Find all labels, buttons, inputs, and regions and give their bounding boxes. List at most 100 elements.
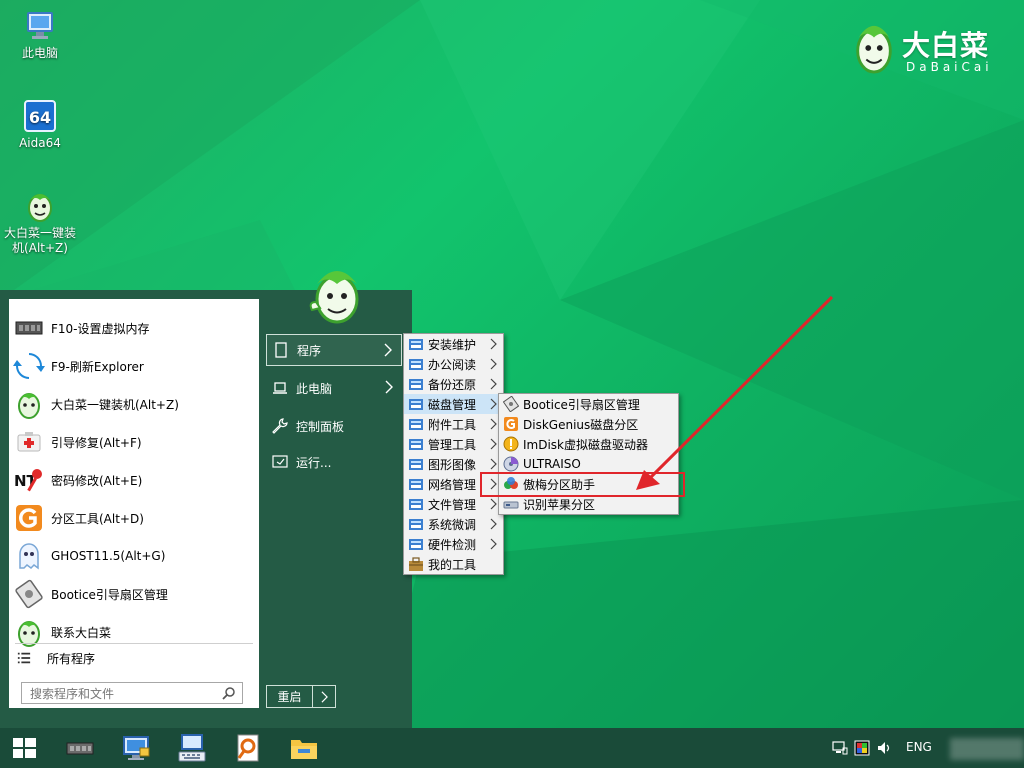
brand-name-en: DaBaiCai — [906, 60, 993, 74]
start-right-control-panel[interactable]: 控制面板 — [266, 410, 402, 442]
file-explorer-icon — [291, 740, 317, 759]
submenu-item-label: 我的工具 — [428, 557, 477, 572]
ghost-icon — [19, 543, 39, 570]
start-item-ghost[interactable]: GHOST11.5(Alt+G) — [9, 537, 259, 575]
network-status-icon[interactable] — [832, 740, 848, 756]
taskbar-app-memory[interactable] — [56, 728, 104, 768]
submenu-item-file-management[interactable]: 文件管理 — [404, 494, 503, 514]
restart-options-button[interactable] — [313, 686, 335, 707]
memory-chip-icon — [66, 742, 94, 755]
bootice-icon — [15, 579, 43, 609]
chevron-right-icon — [490, 498, 497, 510]
first-aid-icon — [17, 432, 41, 452]
start-button[interactable] — [0, 728, 48, 768]
start-item-label: 大白菜一键装机(Alt+Z) — [51, 397, 179, 412]
chevron-right-icon — [490, 478, 497, 490]
submenu-item-backup-restore[interactable]: 备份还原 — [404, 374, 503, 394]
search-tool-icon — [237, 734, 259, 762]
disk-item-label: 傲梅分区助手 — [523, 477, 596, 492]
submenu-item-accessories[interactable]: 附件工具 — [404, 414, 503, 434]
restart-button[interactable]: 重启 — [266, 685, 336, 708]
submenu-item-my-tools[interactable]: 我的工具 — [404, 554, 503, 574]
program-group-icon — [409, 399, 423, 410]
chevron-right-icon — [490, 418, 497, 430]
chevron-right-icon — [490, 358, 497, 370]
start-item-password-change[interactable]: NT 密码修改(Alt+E) — [9, 461, 259, 499]
start-item-bootice[interactable]: Bootice引导扇区管理 — [9, 575, 259, 613]
submenu-item-office-reading[interactable]: 办公阅读 — [404, 354, 503, 374]
desktop-icon-label: 此电脑 — [21, 46, 58, 60]
desktop-icon-label: 大白菜一键装机(Alt+Z) — [3, 226, 76, 255]
start-item-dabaicai-install[interactable]: 大白菜一键装机(Alt+Z) — [9, 385, 259, 423]
start-item-refresh-explorer[interactable]: F9-刷新Explorer — [9, 347, 259, 385]
start-right-label: 程序 — [297, 343, 322, 358]
taskbar: ENG — [0, 728, 1024, 768]
aida64-icon: 64 — [24, 100, 56, 132]
submenu-item-hardware-test[interactable]: 硬件检测 — [404, 534, 503, 554]
disk-item-label: 识别苹果分区 — [523, 497, 596, 512]
start-item-label: 密码修改(Alt+E) — [51, 473, 143, 488]
submenu-item-disk-management[interactable]: 磁盘管理 — [404, 394, 503, 414]
chevron-right-icon — [490, 338, 497, 350]
volume-icon[interactable] — [876, 740, 892, 756]
submenu-item-network[interactable]: 网络管理 — [404, 474, 503, 494]
search-input[interactable]: 搜索程序和文件 — [21, 682, 243, 704]
disk-item-apple-partition[interactable]: 识别苹果分区 — [499, 494, 678, 514]
desktop-icon-dabaicai-install[interactable]: 大白菜一键装机(Alt+Z) — [3, 188, 77, 256]
laptop-icon — [273, 382, 287, 394]
password-key-icon: NT — [14, 469, 42, 492]
desktop-icon-aida64[interactable]: 64 Aida64 — [3, 98, 77, 151]
disk-item-imdisk[interactable]: ImDisk虚拟磁盘驱动器 — [499, 434, 678, 454]
input-language-indicator[interactable]: ENG — [906, 740, 932, 754]
submenu-item-label: 文件管理 — [428, 497, 477, 512]
search-placeholder: 搜索程序和文件 — [30, 686, 115, 701]
submenu-item-graphics[interactable]: 图形图像 — [404, 454, 503, 474]
start-item-partition-tool[interactable]: 分区工具(Alt+D) — [9, 499, 259, 537]
taskbar-app-search-tool[interactable] — [224, 728, 272, 768]
start-right-this-pc[interactable]: 此电脑 — [266, 372, 402, 404]
disk-item-ultraiso[interactable]: ULTRAISO — [499, 454, 678, 474]
taskbar-app-network-monitor[interactable] — [112, 728, 160, 768]
tray-clock-blurred — [950, 738, 1024, 760]
search-icon[interactable] — [222, 686, 236, 700]
display-color-icon[interactable] — [854, 740, 870, 756]
disk-item-diskgenius[interactable]: DiskGenius磁盘分区 — [499, 414, 678, 434]
chevron-right-icon — [490, 398, 497, 410]
ultraiso-icon — [503, 456, 519, 472]
disk-item-label: ULTRAISO — [523, 457, 581, 471]
disk-item-aomei-partition[interactable]: 傲梅分区助手 — [499, 474, 678, 494]
chevron-right-icon — [490, 458, 497, 470]
chevron-right-icon — [490, 438, 497, 450]
disk-management-submenu: Bootice引导扇区管理 DiskGenius磁盘分区 ImDisk虚拟磁盘驱… — [498, 393, 679, 515]
disk-item-bootice[interactable]: Bootice引导扇区管理 — [499, 394, 678, 414]
program-group-icon — [409, 479, 423, 490]
desktop-icon-this-pc[interactable]: 此电脑 — [3, 8, 77, 61]
start-item-boot-repair[interactable]: 引导修复(Alt+F) — [9, 423, 259, 461]
submenu-item-system-tweaks[interactable]: 系统微调 — [404, 514, 503, 534]
start-right-label: 控制面板 — [296, 419, 345, 434]
start-item-virtual-memory[interactable]: F10-设置虚拟内存 — [9, 309, 259, 347]
start-right-programs[interactable]: 程序 — [266, 334, 402, 366]
submenu-item-label: 管理工具 — [428, 437, 477, 452]
start-item-label: F10-设置虚拟内存 — [51, 321, 150, 336]
taskbar-app-keyboard[interactable] — [168, 728, 216, 768]
submenu-item-admin-tools[interactable]: 管理工具 — [404, 434, 503, 454]
programs-submenu: 安装维护 办公阅读 备份还原 磁盘管理 附件工具 管理工具 图形图像 网络管理 — [403, 333, 504, 575]
dabaicai-icon — [28, 194, 52, 222]
submenu-item-label: 硬件检测 — [428, 537, 477, 552]
start-item-label: 联系大白菜 — [51, 625, 112, 640]
submenu-item-install-maintain[interactable]: 安装维护 — [404, 334, 503, 354]
program-group-icon — [409, 499, 423, 510]
taskbar-app-file-explorer[interactable] — [280, 728, 328, 768]
dabaicai-mascot-icon — [856, 25, 892, 74]
start-right-label: 运行... — [296, 455, 332, 470]
disk-item-label: Bootice引导扇区管理 — [523, 397, 640, 412]
refresh-icon — [13, 353, 45, 379]
list-icon — [17, 652, 31, 664]
all-programs-button[interactable]: 所有程序 — [9, 645, 259, 671]
submenu-item-label: 备份还原 — [428, 377, 477, 392]
submenu-item-label: 磁盘管理 — [428, 397, 477, 412]
computer-icon — [27, 12, 53, 39]
bootice-icon — [503, 396, 519, 412]
start-right-run[interactable]: 运行... — [266, 446, 402, 478]
